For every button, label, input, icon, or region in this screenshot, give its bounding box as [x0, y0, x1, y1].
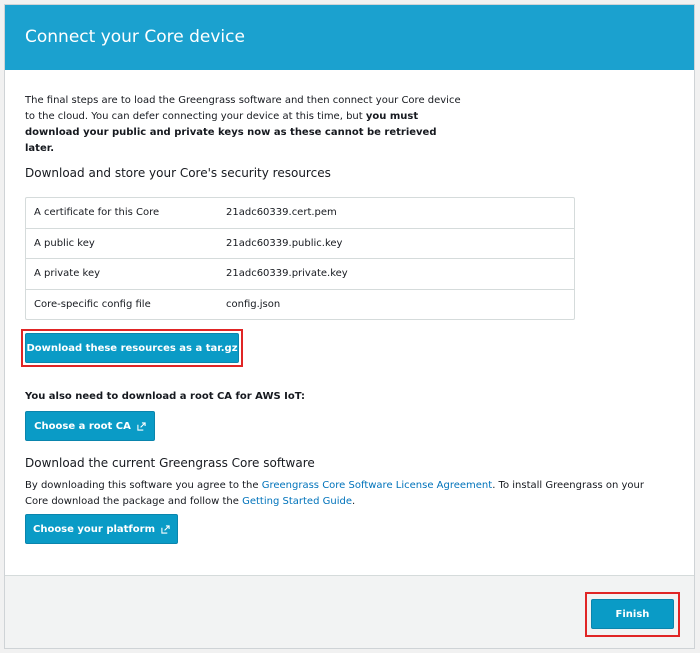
license-agreement-link[interactable]: Greengrass Core Software License Agreeme…	[262, 480, 492, 491]
finish-label: Finish	[615, 608, 650, 620]
table-row: A public key 21adc60339.public.key	[26, 229, 574, 259]
row-label: A public key	[34, 237, 95, 249]
table-row: A certificate for this Core 21adc60339.c…	[26, 198, 574, 229]
license-text-after: .	[351, 496, 356, 507]
software-section-title: Download the current Greengrass Core sof…	[25, 456, 315, 470]
row-value: 21adc60339.public.key	[226, 237, 343, 249]
row-value: 21adc60339.private.key	[226, 268, 348, 280]
getting-started-link[interactable]: Getting Started Guide	[242, 496, 352, 507]
choose-platform-label: Choose your platform	[32, 523, 156, 535]
table-row: Core-specific config file config.json	[26, 290, 574, 320]
resources-table: A certificate for this Core 21adc60339.c…	[25, 197, 575, 320]
choose-platform-button[interactable]: Choose your platform	[25, 514, 178, 544]
panel-header: Connect your Core device	[5, 5, 694, 70]
external-link-icon	[161, 524, 170, 534]
row-label: A private key	[34, 268, 101, 280]
table-row: A private key 21adc60339.private.key	[26, 259, 574, 290]
download-tar-label: Download these resources as a tar.gz	[26, 342, 238, 354]
root-ca-prompt: You also need to download a root CA for …	[25, 391, 306, 402]
row-value: config.json	[226, 298, 281, 310]
intro-text: The final steps are to load the Greengra…	[25, 93, 465, 157]
connect-core-panel: Connect your Core device The final steps…	[4, 4, 695, 649]
license-text: By downloading this software you agree t…	[25, 478, 655, 510]
external-link-icon	[137, 421, 146, 431]
finish-button[interactable]: Finish	[591, 599, 674, 629]
row-label: A certificate for this Core	[34, 207, 160, 219]
choose-root-ca-button[interactable]: Choose a root CA	[25, 411, 155, 441]
row-value: 21adc60339.cert.pem	[226, 207, 337, 219]
choose-root-ca-label: Choose a root CA	[34, 420, 131, 432]
page-title: Connect your Core device	[25, 27, 245, 47]
security-section-title: Download and store your Core's security …	[25, 166, 331, 180]
license-text-before: By downloading this software you agree t…	[25, 480, 262, 491]
download-tar-button[interactable]: Download these resources as a tar.gz	[25, 333, 239, 363]
row-label: Core-specific config file	[34, 298, 151, 310]
